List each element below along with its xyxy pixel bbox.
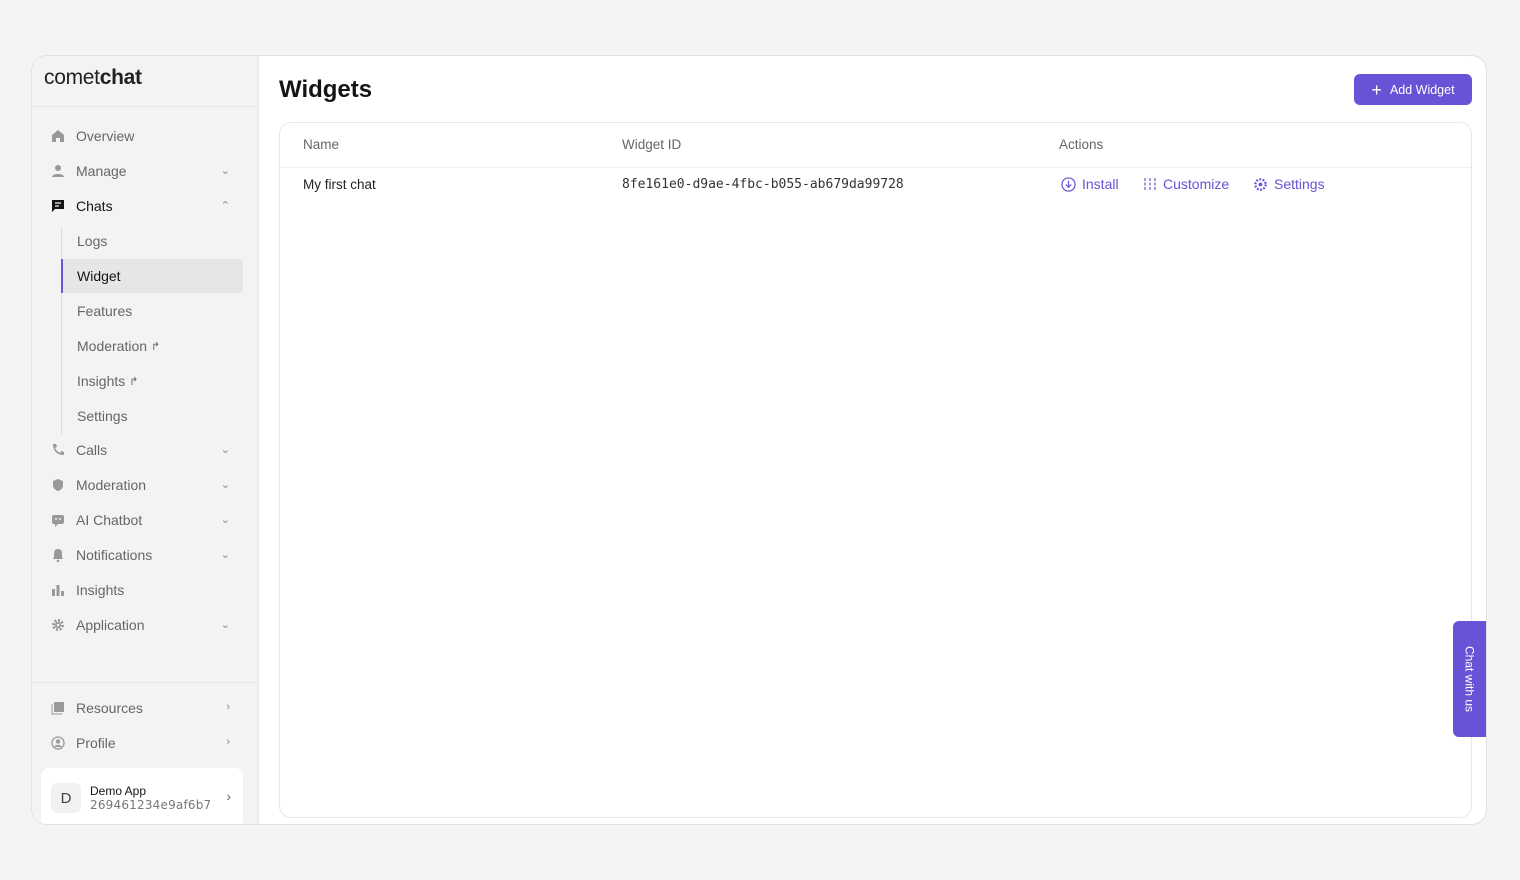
label: Insights <box>77 373 126 389</box>
profile-icon <box>50 735 66 751</box>
chevron-down-icon: ⌄ <box>220 619 230 631</box>
chevron-up-icon: ⌃ <box>220 200 230 212</box>
logo-bold: chat <box>99 66 142 89</box>
sidebar-subitem-logs[interactable]: Logs <box>61 224 243 258</box>
external-link-icon: ↱ <box>151 340 161 353</box>
install-link[interactable]: Install <box>1061 176 1119 192</box>
sidebar-item-ai-chatbot[interactable]: AI Chatbot ⌄ <box>50 505 230 535</box>
label: Application <box>76 617 145 633</box>
main-content: Widgets + Add Widget Name Widget ID Actio… <box>260 56 1486 824</box>
bot-icon <box>50 512 66 528</box>
chat-icon <box>50 198 66 214</box>
label: Calls <box>76 442 108 458</box>
sidebar-item-overview[interactable]: Overview <box>50 121 230 151</box>
app-avatar: D <box>51 783 81 813</box>
chevron-down-icon: ⌄ <box>220 514 230 526</box>
sidebar-item-notifications[interactable]: Notifications ⌄ <box>50 540 230 570</box>
chevron-right-icon: › <box>226 788 231 804</box>
add-widget-button[interactable]: + Add Widget <box>1354 74 1472 105</box>
book-icon <box>50 700 66 716</box>
column-header-widget-id: Widget ID <box>622 137 682 152</box>
column-header-name: Name <box>303 137 340 152</box>
settings-link[interactable]: Settings <box>1253 176 1325 192</box>
label: Insights <box>76 582 125 598</box>
sidebar-item-moderation[interactable]: Moderation ⌄ <box>50 470 230 500</box>
chevron-right-icon: › <box>226 701 230 713</box>
label: AI Chatbot <box>76 512 143 528</box>
label: Manage <box>76 163 127 179</box>
sidebar-item-calls[interactable]: Calls ⌄ <box>50 435 230 465</box>
app-switcher[interactable]: D Demo App 269461234e9af6b7 › <box>41 768 243 824</box>
label: Settings <box>1274 176 1325 192</box>
label: Moderation <box>76 477 147 493</box>
sidebar-item-application[interactable]: Application ⌄ <box>50 610 230 640</box>
chat-with-us-button[interactable]: Chat with us <box>1453 621 1486 737</box>
divider <box>32 682 258 683</box>
logo: cometchat <box>44 66 142 90</box>
bell-icon <box>50 547 66 563</box>
customize-link[interactable]: Customize <box>1143 176 1229 192</box>
logo-light: comet <box>44 66 100 89</box>
download-circle-icon <box>1061 176 1076 192</box>
divider <box>280 167 1471 168</box>
gear-icon <box>50 617 66 633</box>
chevron-down-icon: ⌄ <box>220 479 230 491</box>
sidebar-item-resources[interactable]: Resources › <box>50 693 230 723</box>
sidebar-subitem-insights[interactable]: Insights ↱ <box>61 364 243 398</box>
widget-id: 8fe161e0-d9ae-4fbc-b055-ab679da99728 <box>622 177 904 192</box>
widget-name: My first chat <box>303 177 376 192</box>
label: Widget <box>77 268 121 284</box>
divider <box>32 106 258 107</box>
page-title: Widgets <box>279 76 373 103</box>
app-name: Demo App <box>90 784 147 798</box>
plus-icon: + <box>1371 79 1382 100</box>
app-id: 269461234e9af6b7 <box>90 798 212 812</box>
label: Settings <box>77 408 128 424</box>
add-widget-label: Add Widget <box>1389 82 1455 97</box>
sidebar-item-profile[interactable]: Profile › <box>50 728 230 758</box>
label: Profile <box>76 735 116 751</box>
chevron-down-icon: ⌄ <box>220 165 230 177</box>
label: Moderation <box>77 338 148 354</box>
label: Install <box>1082 176 1119 192</box>
label: Overview <box>76 128 135 144</box>
label: Chats <box>76 198 113 214</box>
column-header-actions: Actions <box>1059 137 1104 152</box>
app-frame: cometchat Overview Manage ⌄ Chats ⌃ Logs W… <box>31 55 1487 825</box>
home-icon <box>50 128 66 144</box>
chevron-right-icon: › <box>226 736 230 748</box>
sidebar: cometchat Overview Manage ⌄ Chats ⌃ Logs W… <box>32 56 259 824</box>
sliders-icon <box>1144 178 1156 190</box>
sidebar-subitem-settings[interactable]: Settings <box>61 399 243 433</box>
sidebar-subitem-moderation[interactable]: Moderation ↱ <box>61 329 243 363</box>
label: Customize <box>1163 176 1230 192</box>
shield-icon <box>50 477 66 493</box>
chevron-down-icon: ⌄ <box>220 444 230 456</box>
label: Notifications <box>76 547 153 563</box>
widgets-table: Name Widget ID Actions My first chat 8fe… <box>279 122 1472 818</box>
label: Features <box>77 303 133 319</box>
phone-icon <box>50 442 66 458</box>
label: Resources <box>76 700 143 716</box>
gear-icon <box>1254 177 1267 191</box>
sidebar-item-chats[interactable]: Chats ⌃ <box>50 191 230 221</box>
bar-chart-icon <box>50 582 66 598</box>
chat-with-us-label: Chat with us <box>1462 645 1477 713</box>
sidebar-subitem-widget[interactable]: Widget <box>61 259 243 293</box>
label: Logs <box>77 233 108 249</box>
sidebar-item-insights[interactable]: Insights <box>50 575 230 605</box>
external-link-icon: ↱ <box>129 375 139 388</box>
chevron-down-icon: ⌄ <box>220 549 230 561</box>
sidebar-item-manage[interactable]: Manage ⌄ <box>50 156 230 186</box>
sidebar-subitem-features[interactable]: Features <box>61 294 243 328</box>
user-icon <box>50 163 66 179</box>
